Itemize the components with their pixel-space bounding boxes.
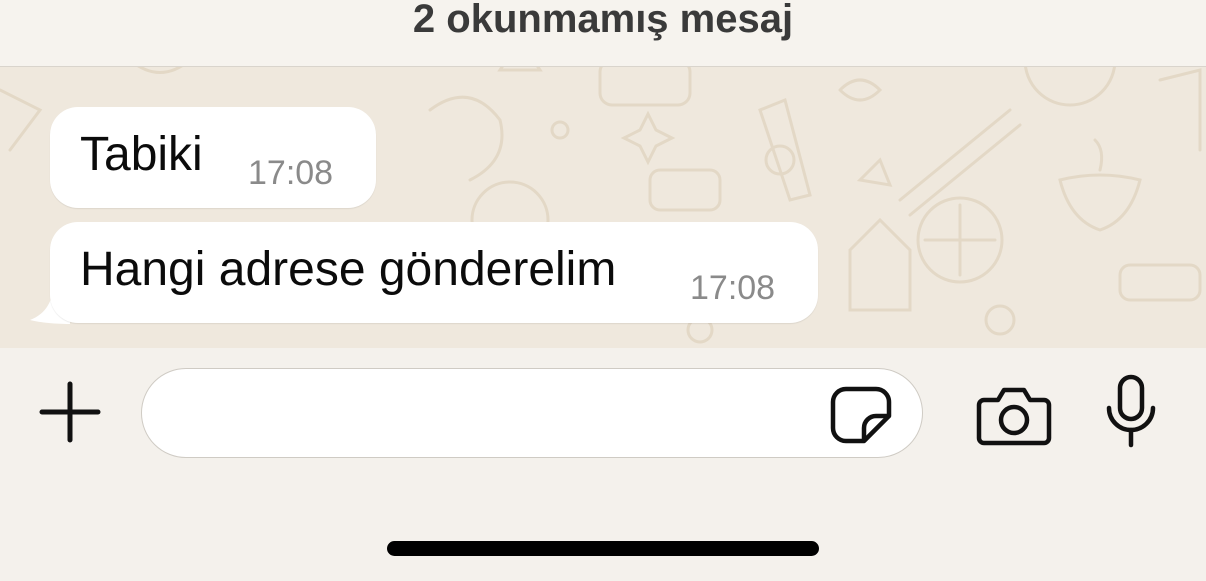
microphone-icon[interactable] [1102, 374, 1160, 448]
unread-banner: 2 okunmamış mesaj [0, 0, 1206, 67]
message-text: Tabiki [80, 128, 203, 181]
message-bubble[interactable]: Tabiki 17:08 [50, 107, 376, 208]
plus-icon[interactable] [36, 378, 104, 446]
message-bubble[interactable]: Hangi adrese gönderelim 17:08 [50, 222, 818, 323]
composer-bar [0, 348, 1206, 581]
camera-icon[interactable] [976, 384, 1052, 446]
message-input[interactable] [141, 368, 923, 458]
message-text: Hangi adrese gönderelim [80, 243, 617, 296]
unread-count-label: 2 okunmamış mesaj [412, 0, 794, 41]
message-timestamp: 17:08 [690, 269, 776, 307]
message-timestamp: 17:08 [248, 154, 334, 192]
sticker-icon[interactable] [830, 386, 892, 444]
chat-area[interactable]: 2 okunmamış mesaj Tabiki 17:08 Hangi adr… [0, 0, 1206, 348]
home-indicator[interactable] [387, 541, 819, 556]
